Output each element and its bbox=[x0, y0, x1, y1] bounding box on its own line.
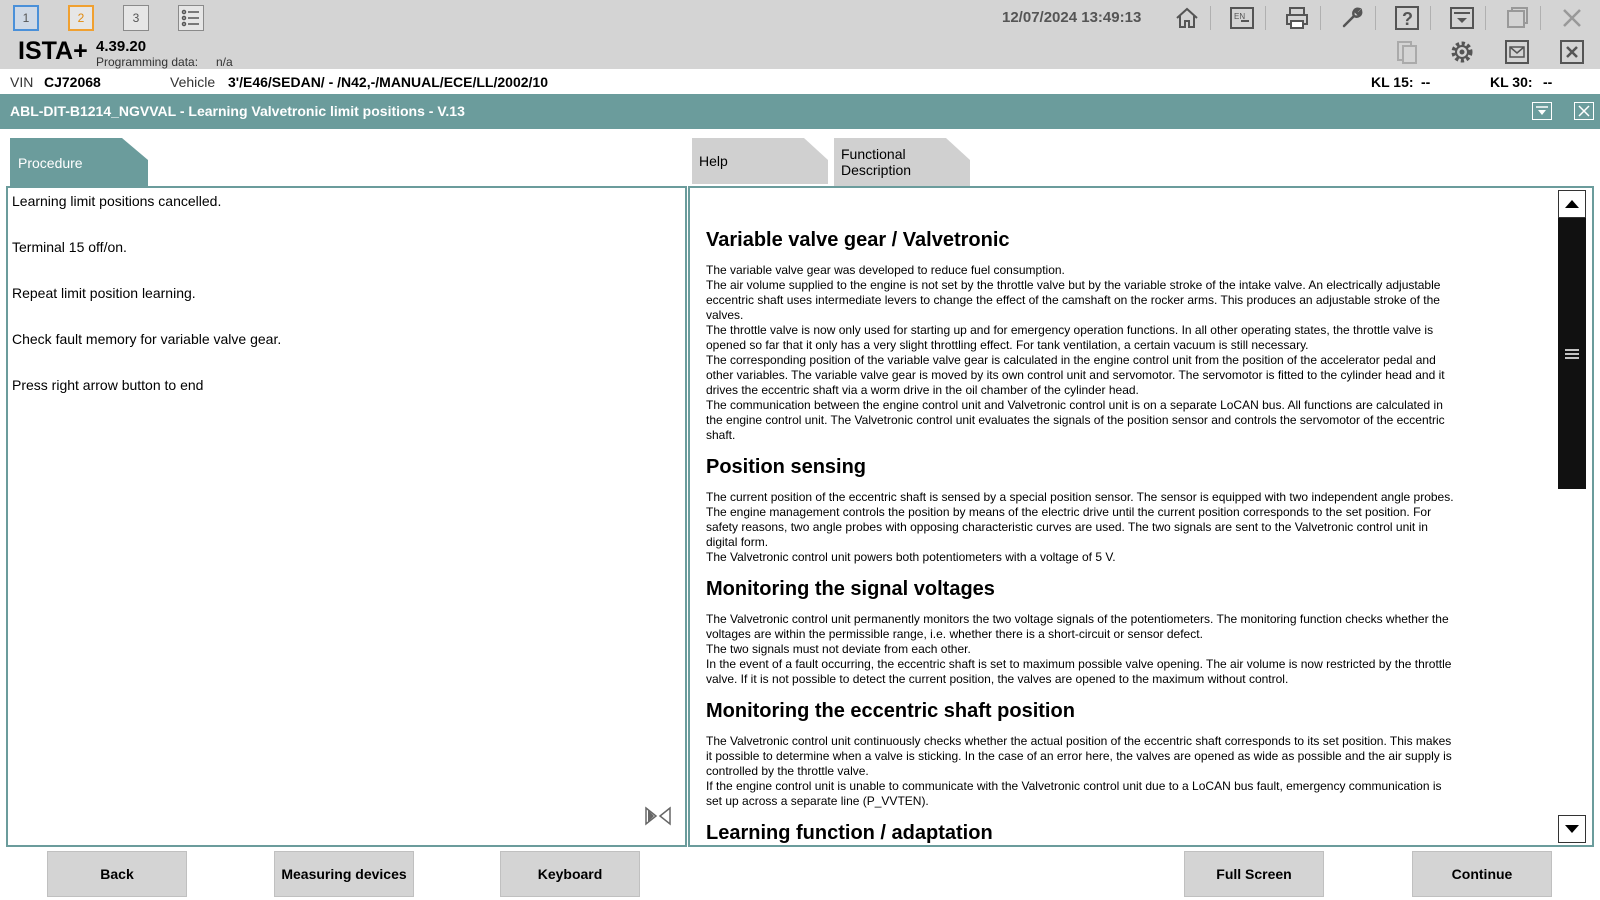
workspace-tab-1[interactable]: 1 bbox=[13, 5, 39, 31]
vehicle-info-bar: VIN CJ72068 Vehicle 3'/E46/SEDAN/ - /N42… bbox=[0, 69, 1600, 92]
functional-description-panel: Variable valve gear / Valvetronic The var… bbox=[688, 186, 1594, 847]
app-header bbox=[0, 36, 1600, 69]
section-heading: Learning function / adaptation bbox=[706, 822, 993, 844]
close-window-icon[interactable] bbox=[1574, 102, 1594, 120]
busy-cursor-icon bbox=[642, 802, 674, 830]
tab-functional-line2: Description bbox=[841, 162, 912, 178]
section-paragraph: If the engine control unit is unable to … bbox=[706, 779, 1442, 808]
section-paragraph: The throttle valve is now only used for … bbox=[706, 323, 1434, 352]
tab-help[interactable]: Help bbox=[692, 138, 828, 184]
doc-section: Position sensing The current position of … bbox=[706, 455, 1458, 565]
section-paragraph: The Valvetronic control unit permanently… bbox=[706, 612, 1449, 641]
section-heading: Monitoring the signal voltages bbox=[706, 578, 995, 600]
document-icon[interactable] bbox=[1392, 38, 1422, 66]
keyboard-button[interactable]: Keyboard bbox=[500, 851, 640, 897]
section-heading: Variable valve gear / Valvetronic bbox=[706, 229, 1010, 251]
close-session-icon[interactable] bbox=[1557, 38, 1587, 66]
section-paragraph: The corresponding position of the variab… bbox=[706, 353, 1445, 397]
section-paragraph: The variable valve gear was developed to… bbox=[706, 263, 1065, 277]
translate-icon[interactable]: EN bbox=[1228, 4, 1256, 32]
scroll-track[interactable] bbox=[1558, 218, 1586, 815]
procedure-line: Press right arrow button to end bbox=[12, 377, 204, 393]
minimize-icon[interactable] bbox=[1532, 102, 1552, 120]
doc-section: Variable valve gear / Valvetronic The var… bbox=[706, 228, 1458, 443]
print-icon[interactable] bbox=[1283, 4, 1311, 32]
app-version: 4.39.20 bbox=[96, 38, 147, 55]
list-icon[interactable] bbox=[178, 5, 204, 31]
window-icon[interactable] bbox=[1503, 4, 1531, 32]
doc-section: Monitoring the eccentric shaft position T… bbox=[706, 699, 1458, 809]
procedure-panel: Learning limit positions cancelled. Term… bbox=[6, 186, 687, 847]
section-paragraph: The communication between the engine con… bbox=[706, 398, 1445, 442]
procedure-line: Terminal 15 off/on. bbox=[12, 239, 127, 255]
wrench-icon[interactable] bbox=[1338, 4, 1366, 32]
measuring-devices-button[interactable]: Measuring devices bbox=[274, 851, 414, 897]
description-document: Variable valve gear / Valvetronic The var… bbox=[706, 228, 1458, 845]
procedure-line: Check fault memory for variable valve ge… bbox=[12, 331, 282, 347]
vehicle-value: 3'/E46/SEDAN/ - /N42,-/MANUAL/ECE/LL/200… bbox=[228, 74, 548, 90]
continue-button[interactable]: Continue bbox=[1412, 851, 1552, 897]
svg-text:?: ? bbox=[1402, 9, 1413, 29]
section-paragraph: The Valvetronic control unit continuousl… bbox=[706, 734, 1452, 778]
datetime: 12/07/2024 13:49:13 bbox=[1002, 9, 1142, 26]
svg-text:EN: EN bbox=[1234, 12, 1245, 21]
scroll-up-button[interactable] bbox=[1558, 190, 1586, 218]
tab-functional-description[interactable]: Functional Description bbox=[834, 138, 970, 186]
doc-section: Monitoring the signal voltages The Valvet… bbox=[706, 577, 1458, 687]
programming-data-label: Programming data: bbox=[96, 55, 199, 69]
vin-value: CJ72068 bbox=[44, 74, 101, 90]
app-name: ISTA+ bbox=[18, 37, 88, 65]
procedure-title: ABL-DIT-B1214_NGVVAL - Learning Valvetro… bbox=[10, 103, 465, 119]
help-icon[interactable]: ? bbox=[1393, 4, 1421, 32]
section-heading: Monitoring the eccentric shaft position bbox=[706, 700, 1075, 722]
scrollbar[interactable] bbox=[1558, 190, 1586, 843]
procedure-line: Learning limit positions cancelled. bbox=[12, 193, 222, 209]
vin-label: VIN bbox=[10, 74, 34, 90]
programming-data-value: n/a bbox=[216, 55, 233, 69]
procedure-title-bar: ABL-DIT-B1214_NGVVAL - Learning Valvetro… bbox=[0, 94, 1600, 129]
back-button[interactable]: Back bbox=[47, 851, 187, 897]
full-screen-button[interactable]: Full Screen bbox=[1184, 851, 1324, 897]
home-icon[interactable] bbox=[1173, 4, 1201, 32]
procedure-line: Repeat limit position learning. bbox=[12, 285, 196, 301]
kl30-value: -- bbox=[1543, 74, 1553, 90]
section-heading: Position sensing bbox=[706, 456, 867, 478]
settings-icon[interactable] bbox=[1447, 38, 1477, 66]
tab-procedure[interactable]: Procedure bbox=[10, 138, 148, 186]
tab-functional-line1: Functional bbox=[841, 146, 906, 162]
section-paragraph: The current position of the eccentric sh… bbox=[706, 490, 1454, 549]
doc-section: Learning function / adaptation bbox=[706, 821, 1458, 845]
workspace-tab-2[interactable]: 2 bbox=[68, 5, 94, 31]
workspace-tab-3[interactable]: 3 bbox=[123, 5, 149, 31]
kl15-label: KL 15: bbox=[1371, 74, 1414, 90]
scroll-thumb[interactable] bbox=[1558, 218, 1586, 489]
kl15-value: -- bbox=[1421, 74, 1431, 90]
section-paragraph: The air volume supplied to the engine is… bbox=[706, 278, 1441, 322]
section-paragraph: The Valvetronic control unit powers both… bbox=[706, 550, 1116, 564]
close-app-icon[interactable] bbox=[1558, 4, 1586, 32]
vehicle-label: Vehicle bbox=[170, 74, 216, 90]
mail-icon[interactable] bbox=[1502, 38, 1532, 66]
section-paragraph: The two signals must not deviate from ea… bbox=[706, 642, 971, 656]
kl30-label: KL 30: bbox=[1490, 74, 1533, 90]
dropdown-menu-icon[interactable] bbox=[1448, 4, 1476, 32]
section-paragraph: In the event of a fault occurring, the e… bbox=[706, 657, 1452, 686]
scroll-down-button[interactable] bbox=[1558, 815, 1586, 843]
